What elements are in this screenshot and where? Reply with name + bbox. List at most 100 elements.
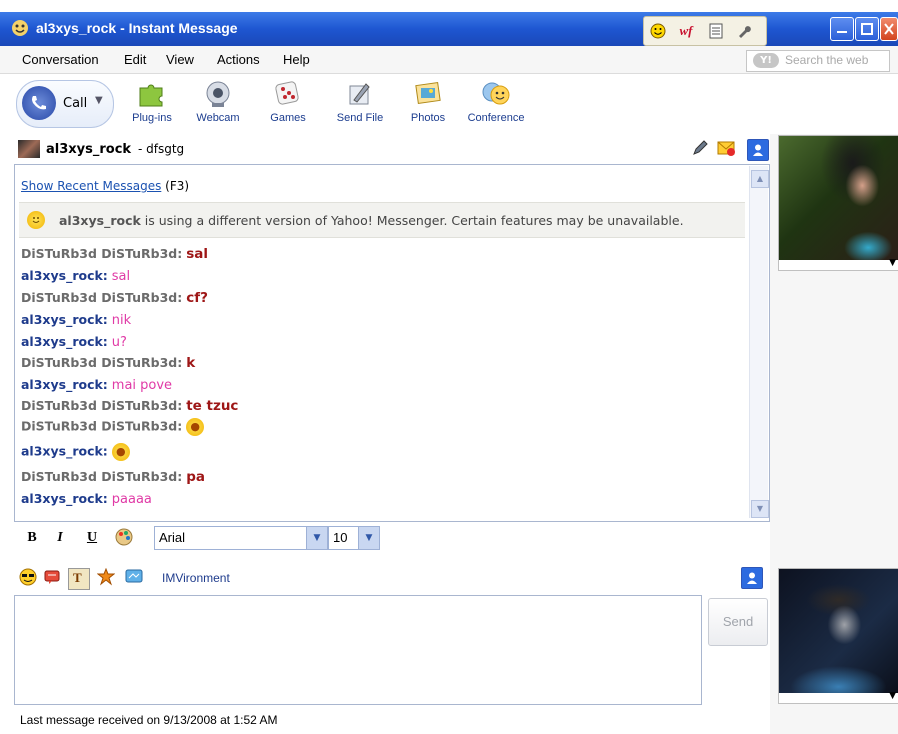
- send-button[interactable]: Send: [708, 598, 768, 646]
- conference-button[interactable]: Conference: [466, 80, 526, 124]
- formatting-toolbar: B I U: [14, 522, 768, 554]
- webcam-icon: [202, 80, 234, 108]
- message-text: pa: [186, 469, 205, 485]
- italic-button[interactable]: I: [50, 528, 70, 548]
- title-tray: wf: [643, 16, 767, 46]
- message-sender: DiSTuRb3d DiSTuRb3d:: [21, 246, 183, 261]
- sunglasses-emoticon-icon[interactable]: [18, 568, 38, 588]
- font-select[interactable]: Arial ▼: [154, 526, 328, 550]
- avatar[interactable]: [18, 140, 40, 158]
- wrench-icon[interactable]: [734, 21, 754, 41]
- surprised-emoticon-icon: ●: [186, 418, 205, 436]
- games-button[interactable]: Games: [258, 80, 318, 124]
- send-file-icon: [344, 80, 376, 108]
- audible-icon[interactable]: [96, 567, 116, 588]
- message-sender: DiSTuRb3d DiSTuRb3d:: [21, 418, 183, 434]
- photos-button[interactable]: Photos: [398, 80, 458, 124]
- menu-help[interactable]: Help: [283, 52, 310, 67]
- message-text: nik: [111, 313, 132, 328]
- contact-display-image[interactable]: [778, 135, 898, 261]
- conference-icon: [480, 80, 512, 108]
- message-text: sal: [186, 246, 208, 262]
- plugins-label: Plug-ins: [132, 112, 172, 124]
- message-sender: al3xys_rock:: [21, 312, 108, 327]
- contact-header: al3xys_rock - dfsgtg: [18, 138, 770, 162]
- maximize-button[interactable]: [855, 17, 879, 41]
- message-text: sal: [111, 269, 131, 284]
- status-text: Last message received on 9/13/2008 at 1:…: [20, 713, 278, 727]
- menu-edit[interactable]: Edit: [124, 52, 146, 67]
- message-history[interactable]: Show Recent Messages (F3) al3xys_rock is…: [14, 164, 770, 522]
- my-display-menu[interactable]: ▼: [778, 691, 898, 704]
- nudge-icon[interactable]: [42, 568, 62, 588]
- emoticon-toolbar: T IMVironment: [14, 566, 768, 592]
- message-sender: al3xys_rock:: [21, 491, 108, 506]
- message-text: te tzuc: [186, 398, 239, 414]
- chevron-down-icon[interactable]: ▼: [889, 258, 896, 268]
- chevron-down-icon[interactable]: ▼: [95, 95, 103, 106]
- profile-icon[interactable]: [741, 567, 763, 589]
- bold-button[interactable]: B: [22, 528, 42, 548]
- contact-display-menu[interactable]: ▼: [778, 258, 898, 271]
- message-input[interactable]: [14, 595, 702, 705]
- games-label: Games: [270, 112, 306, 124]
- scroll-up-icon[interactable]: ▲: [751, 170, 769, 188]
- yahoo-icon: Y!: [753, 53, 779, 68]
- photos-icon: [412, 80, 444, 108]
- message-row: DiSTuRb3d DiSTuRb3d: pa: [21, 469, 205, 485]
- message-row: DiSTuRb3d DiSTuRb3d: te tzuc: [21, 398, 238, 414]
- color-palette-icon[interactable]: [114, 528, 134, 548]
- minimize-button[interactable]: [830, 17, 854, 41]
- scroll-down-icon[interactable]: ▼: [751, 500, 769, 518]
- message-text: cf?: [186, 290, 208, 306]
- underline-button[interactable]: U: [82, 528, 102, 548]
- pencil-icon[interactable]: [690, 139, 710, 159]
- email-icon[interactable]: [716, 139, 736, 159]
- send-file-button[interactable]: Send File: [330, 80, 390, 124]
- webcam-label: Webcam: [196, 112, 240, 124]
- message-row: al3xys_rock: ●: [21, 443, 130, 461]
- puzzle-icon: [136, 80, 168, 108]
- text-format-icon[interactable]: T: [68, 568, 90, 590]
- chevron-down-icon[interactable]: ▼: [889, 691, 896, 701]
- chevron-down-icon[interactable]: ▼: [306, 527, 327, 549]
- profile-icon[interactable]: [747, 139, 769, 161]
- message-sender: al3xys_rock:: [21, 334, 108, 349]
- imvironment-link[interactable]: IMVironment: [162, 571, 230, 585]
- notepad-icon[interactable]: [706, 21, 726, 41]
- my-display-image[interactable]: [778, 568, 898, 694]
- search-web-input[interactable]: Y! Search the web: [746, 50, 890, 72]
- menu-actions[interactable]: Actions: [217, 52, 260, 67]
- wf-icon[interactable]: wf: [676, 21, 696, 41]
- message-row: al3xys_rock: nik: [21, 312, 131, 328]
- version-notice: al3xys_rock is using a different version…: [19, 202, 745, 238]
- conference-label: Conference: [467, 112, 525, 124]
- message-sender: DiSTuRb3d DiSTuRb3d:: [21, 355, 183, 370]
- webcam-button[interactable]: Webcam: [188, 80, 248, 124]
- message-row: DiSTuRb3d DiSTuRb3d: ●: [21, 418, 205, 436]
- call-label: Call: [63, 96, 88, 111]
- show-recent-shortcut: (F3): [165, 179, 190, 193]
- plugins-button[interactable]: Plug-ins: [122, 80, 182, 124]
- call-button[interactable]: Call ▼: [16, 80, 114, 128]
- font-size-select[interactable]: 10 ▼: [328, 526, 380, 550]
- menu-view[interactable]: View: [166, 52, 194, 67]
- message-scrollbar[interactable]: ▲ ▼: [749, 166, 769, 518]
- show-recent-messages-link[interactable]: Show Recent Messages: [21, 179, 161, 193]
- window-title: al3xys_rock - Instant Message: [36, 20, 238, 36]
- status-bar: Last message received on 9/13/2008 at 1:…: [0, 706, 770, 734]
- message-text: u?: [111, 335, 127, 350]
- font-select-value: Arial: [159, 530, 186, 545]
- message-row: al3xys_rock: paaaa: [21, 491, 152, 507]
- chevron-down-icon[interactable]: ▼: [358, 527, 379, 549]
- show-recent: Show Recent Messages (F3): [21, 179, 189, 193]
- message-text: k: [186, 355, 196, 371]
- smiley-icon[interactable]: [648, 21, 668, 41]
- imvironment-icon[interactable]: [124, 568, 144, 588]
- contact-name: al3xys_rock: [46, 142, 132, 157]
- message-sender: DiSTuRb3d DiSTuRb3d:: [21, 290, 183, 305]
- close-button[interactable]: [880, 17, 898, 41]
- menu-conversation[interactable]: Conversation: [22, 52, 99, 67]
- message-sender: DiSTuRb3d DiSTuRb3d:: [21, 398, 183, 413]
- surprised-emoticon-icon: ●: [111, 443, 130, 461]
